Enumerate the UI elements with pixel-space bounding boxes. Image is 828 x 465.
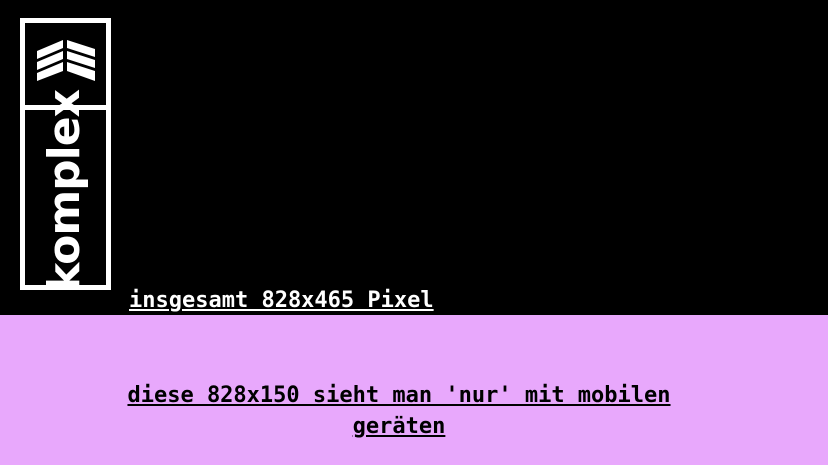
mobile-band-caption: diese 828x150 sieht man 'nur' mit mobile…	[127, 383, 671, 439]
mobile-only-band: diese 828x150 sieht man 'nur' mit mobile…	[0, 315, 828, 465]
stacked-planks-icon	[37, 40, 95, 81]
banner-size-caption: insgesamt 828x465 Pixel	[129, 288, 434, 313]
komplex-logo: komplex	[20, 18, 111, 292]
banner-area: komplex insgesamt 828x465 Pixel	[0, 0, 828, 315]
logo-wordmark: komplex	[39, 90, 90, 292]
